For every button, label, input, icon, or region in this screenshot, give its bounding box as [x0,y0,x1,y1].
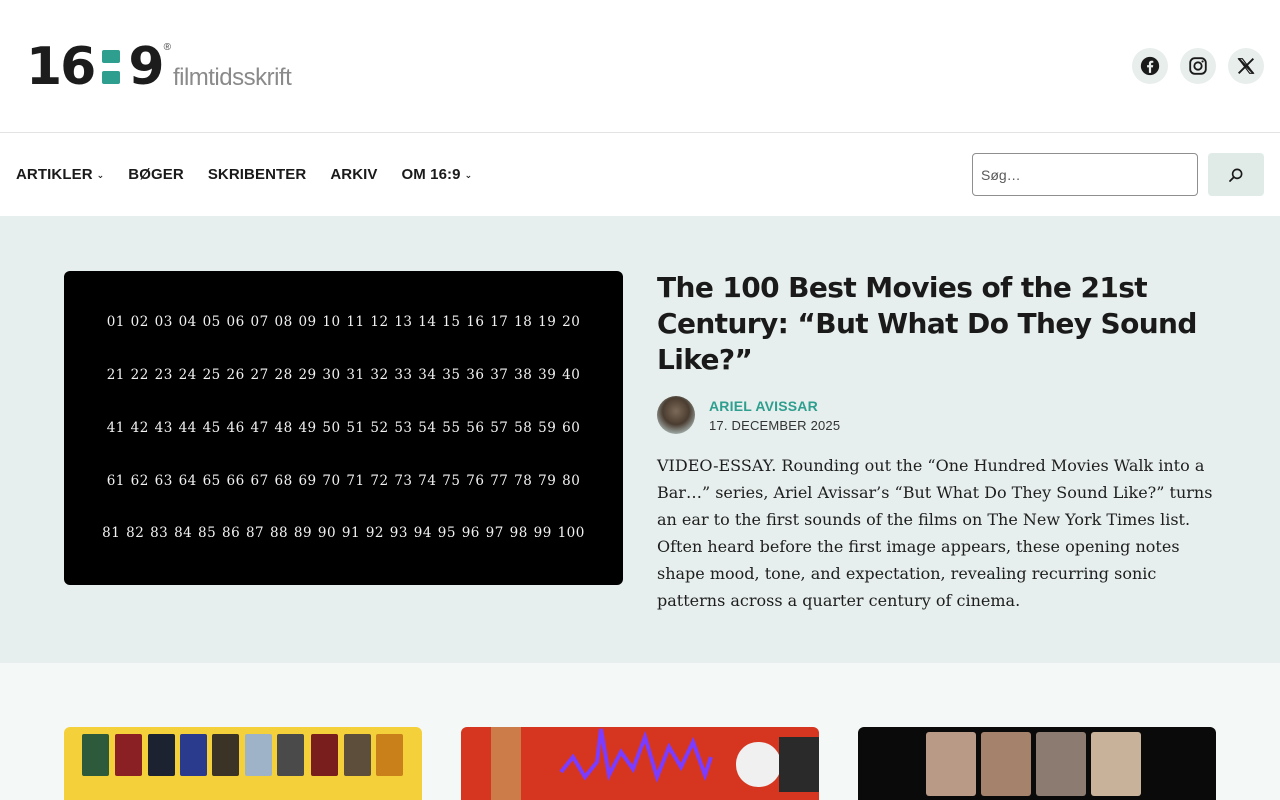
portrait-thumbnail [981,732,1031,796]
search-button[interactable] [1208,153,1264,196]
publish-date: 17. DECEMBER 2025 [709,417,841,433]
number-row: 61 62 63 64 65 66 67 68 69 70 71 72 73 7… [106,473,581,489]
x-icon [1237,58,1255,74]
logo-colon [102,50,121,84]
nav-item-label: BØGER [128,166,184,183]
chevron-down-icon: ⌄ [96,170,105,180]
logo-mark: 16 9 [26,37,165,97]
instagram-link[interactable] [1180,48,1216,84]
search-icon [1229,168,1243,182]
main-nav: ARTIKLER ⌄ BØGER SKRIBENTER ARKIV OM 16:… [0,133,1280,216]
article-card-image[interactable] [858,727,1216,800]
portrait-thumbnail [1091,732,1141,796]
author-avatar [657,396,695,434]
facebook-icon [1140,56,1160,76]
logo-subtitle: filmtidsskrift [172,64,292,91]
featured-article: 01 02 03 04 05 06 07 08 09 10 11 12 13 1… [0,216,1280,663]
nav-item-om[interactable]: OM 16:9 ⌄ [402,166,473,183]
poster-thumbnail [344,734,371,776]
poster-thumbnail [311,734,338,776]
featured-article-text: The 100 Best Movies of the 21st Century:… [657,270,1217,614]
waveform-graphic [491,727,819,800]
nav-items: ARTIKLER ⌄ BØGER SKRIBENTER ARKIV OM 16:… [16,133,472,216]
portrait-thumbnail [1036,732,1086,796]
nav-item-arkiv[interactable]: ARKIV [330,166,377,183]
logo-registered: ® [163,42,171,53]
social-links [1132,48,1264,84]
site-header: 16 9 ® filmtidsskrift [0,0,1280,133]
site-logo[interactable]: 16 9 ® filmtidsskrift [26,37,292,97]
nav-item-skribenter[interactable]: SKRIBENTER [208,166,307,183]
chevron-down-icon: ⌄ [464,170,473,180]
nav-item-label: OM 16:9 [401,166,461,183]
search-input[interactable] [972,153,1198,196]
instagram-icon [1189,57,1207,75]
poster-thumbnail [376,734,403,776]
nav-item-label: SKRIBENTER [207,166,307,183]
poster-thumbnail [245,734,272,776]
x-link[interactable] [1228,48,1264,84]
poster-thumbnail [115,734,142,776]
nav-item-label: ARTIKLER [16,166,93,183]
byline: ARIEL AVISSAR 17. DECEMBER 2025 [657,396,1217,434]
nav-item-boger[interactable]: BØGER [128,166,184,183]
poster-thumbnail [212,734,239,776]
author-info: ARIEL AVISSAR 17. DECEMBER 2025 [709,398,840,433]
featured-article-image[interactable]: 01 02 03 04 05 06 07 08 09 10 11 12 13 1… [64,271,623,585]
number-row: 01 02 03 04 05 06 07 08 09 10 11 12 13 1… [106,314,581,330]
number-row: 41 42 43 44 45 46 47 48 49 50 51 52 53 5… [106,420,581,436]
featured-article-excerpt: VIDEO-ESSAY. Rounding out the “One Hundr… [657,456,1213,610]
article-card-image[interactable] [64,727,422,800]
article-card-image[interactable] [461,727,819,800]
facebook-link[interactable] [1132,48,1168,84]
number-row: 81 82 83 84 85 86 87 88 89 90 91 92 93 9… [102,525,585,541]
article-grid [0,663,1280,800]
number-row: 21 22 23 24 25 26 27 28 29 30 31 32 33 3… [106,367,581,383]
featured-article-title[interactable]: The 100 Best Movies of the 21st Century:… [657,270,1217,378]
author-link[interactable]: ARIEL AVISSAR [709,398,840,414]
logo-mark-left: 16 [26,37,96,97]
poster-thumbnail [82,734,109,776]
poster-thumbnail [180,734,207,776]
logo-mark-right: 9 [128,37,164,97]
nav-item-artikler[interactable]: ARTIKLER ⌄ [16,166,104,183]
poster-thumbnail [277,734,304,776]
nav-item-label: ARKIV [330,166,378,183]
poster-thumbnail [148,734,175,776]
portrait-thumbnail [926,732,976,796]
